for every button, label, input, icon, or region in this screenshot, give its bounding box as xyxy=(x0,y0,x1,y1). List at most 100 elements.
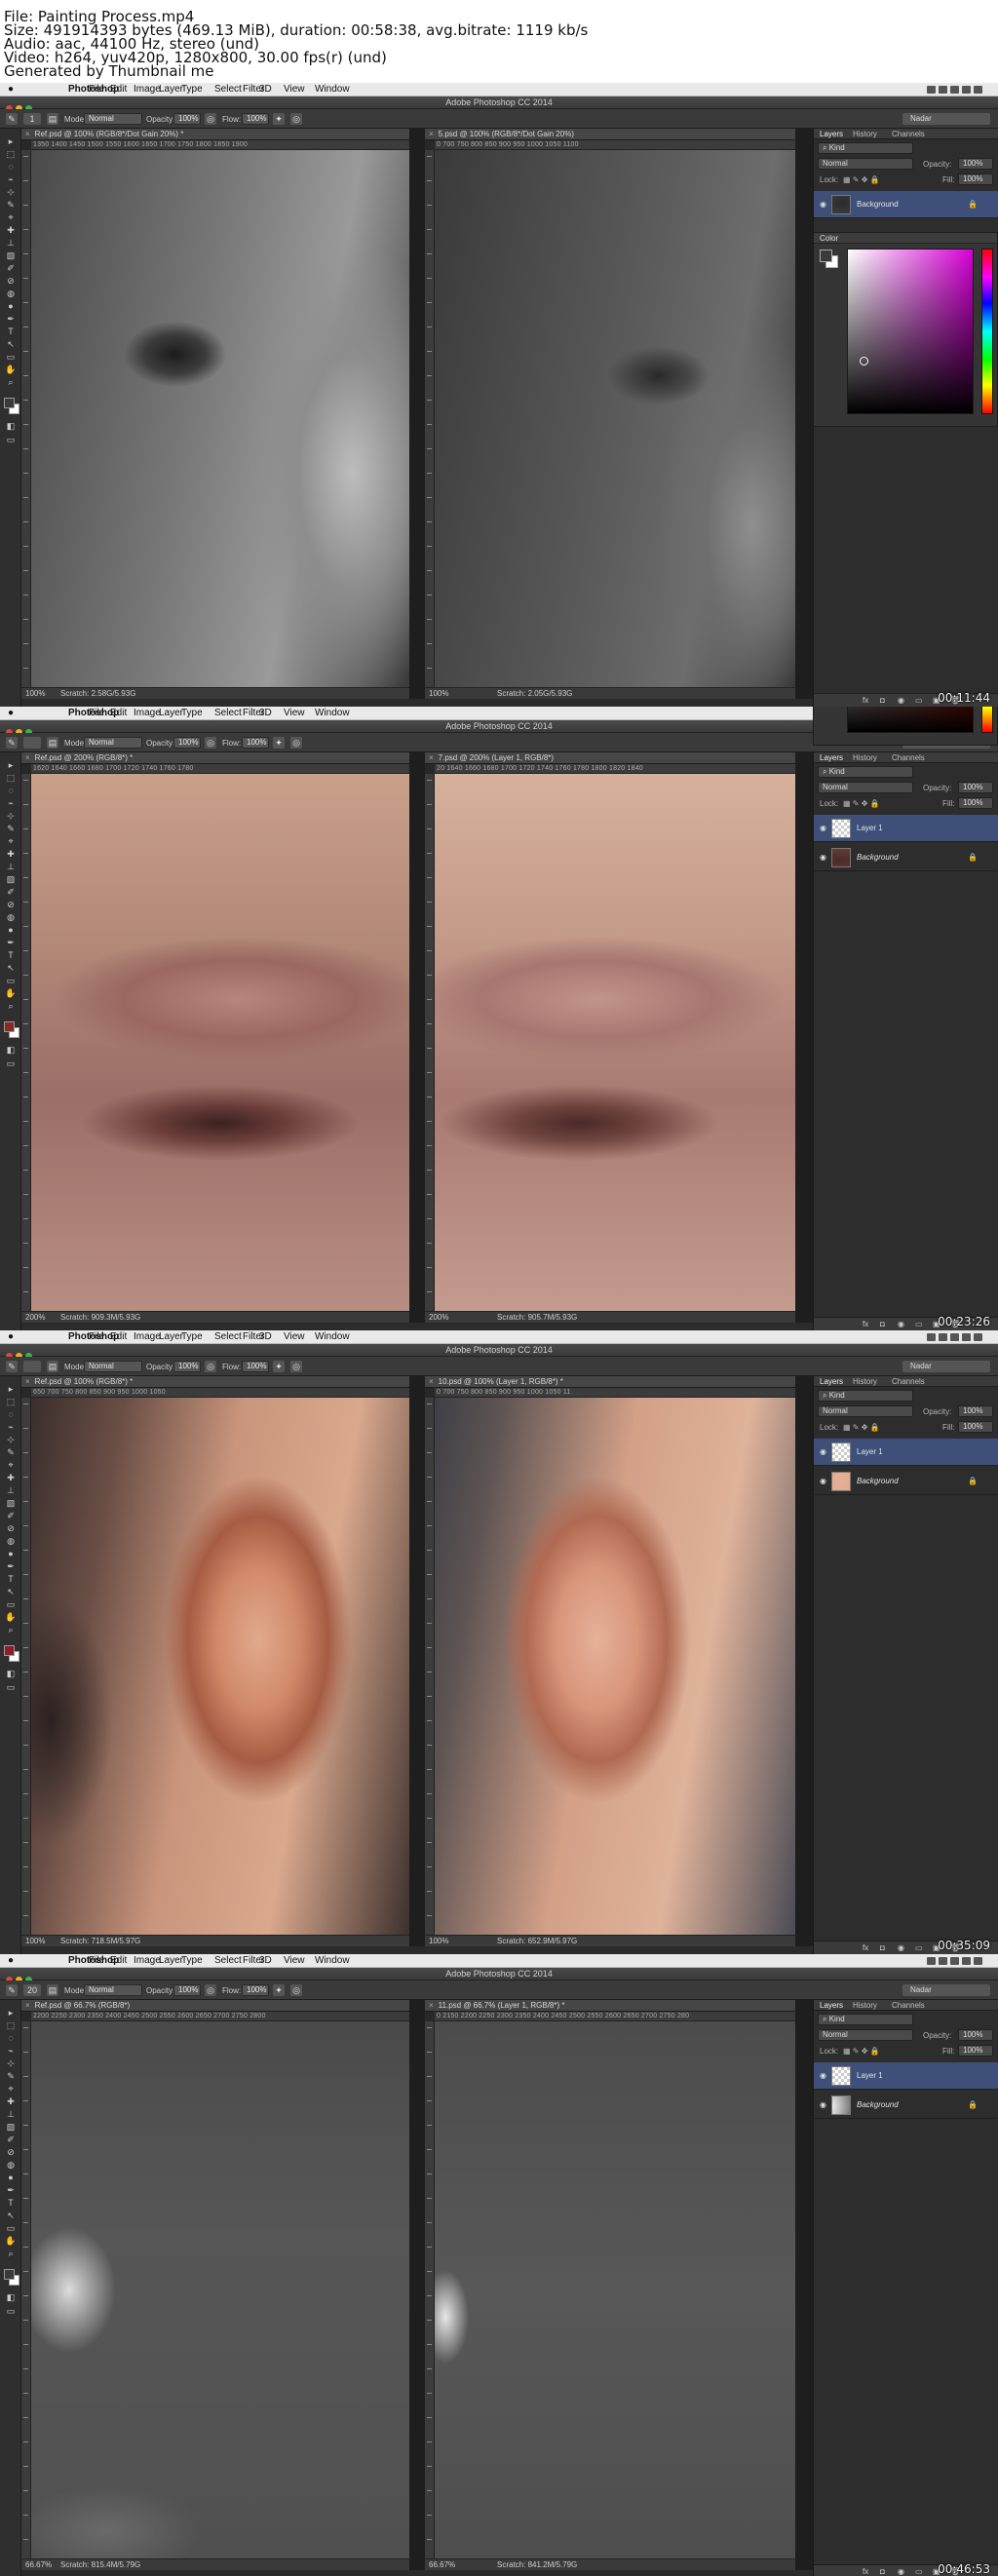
hue-slider[interactable] xyxy=(981,707,993,733)
opacity-input[interactable]: 100% xyxy=(173,113,201,125)
tray-icon[interactable] xyxy=(939,1957,947,1965)
menu-item[interactable]: Edit xyxy=(110,1954,127,1968)
panel-footer-icon[interactable]: ▭ xyxy=(915,694,923,707)
layer-fill-input[interactable]: 100% xyxy=(958,797,993,809)
color-swatches[interactable] xyxy=(820,250,839,269)
pressure-opacity-icon[interactable]: ◎ xyxy=(205,1361,216,1372)
menu-item[interactable]: View xyxy=(284,707,305,720)
layer-fill-input[interactable]: 100% xyxy=(958,173,993,185)
layer-row[interactable]: ◉ Layer 1 xyxy=(814,815,998,842)
image-canvas[interactable] xyxy=(31,1398,409,1935)
menu-item[interactable]: Select xyxy=(214,1954,242,1968)
tool-icon[interactable]: ◍ xyxy=(5,288,17,298)
foreground-color-swatch[interactable] xyxy=(4,1021,15,1032)
layer-row[interactable]: ◉ Background 🔒 xyxy=(814,844,998,871)
tab-history[interactable]: History xyxy=(853,752,877,763)
close-tab-icon[interactable]: × xyxy=(25,2001,30,2010)
menu-item[interactable]: 3D xyxy=(259,83,272,96)
tool-icon[interactable]: ✒ xyxy=(5,1561,17,1571)
menu-item[interactable]: Layer xyxy=(159,1954,183,1968)
tool-icon[interactable]: ✐ xyxy=(5,263,17,273)
right-document-window[interactable]: × 11.psd @ 66.7% (Layer 1, RGB/8*) * 0 215… xyxy=(425,2000,795,2570)
quick-mask-icon[interactable]: ◧ xyxy=(5,1669,17,1678)
menu-item[interactable]: Image xyxy=(134,1954,161,1968)
panel-footer-icon[interactable]: ◉ xyxy=(898,1318,904,1330)
pressure-size-icon[interactable]: ◎ xyxy=(290,1361,302,1372)
layer-row[interactable]: ◉ Layer 1 xyxy=(814,1439,998,1466)
tool-icon[interactable]: T xyxy=(5,1574,17,1584)
blend-mode-select[interactable]: Normal xyxy=(818,1405,913,1417)
tray-icon[interactable] xyxy=(927,1957,936,1965)
foreground-color-swatch[interactable] xyxy=(4,398,15,408)
tool-icon[interactable]: ⊹ xyxy=(5,1435,17,1444)
tool-icon[interactable]: ✎ xyxy=(5,200,17,210)
foreground-color-swatch[interactable] xyxy=(4,1645,15,1656)
tool-icon[interactable]: ✚ xyxy=(5,225,17,235)
workspace-select[interactable]: Nadar xyxy=(902,1984,990,1996)
tool-icon[interactable]: ⌁ xyxy=(5,1422,17,1432)
image-canvas[interactable] xyxy=(31,2021,409,2558)
apple-menu-icon[interactable]: ● xyxy=(8,1954,14,1968)
flow-input[interactable]: 100% xyxy=(242,1984,269,1996)
tool-icon[interactable]: ⌕ xyxy=(5,2249,17,2258)
tool-icon[interactable]: ▭ xyxy=(5,1599,17,1609)
layer-filter-select[interactable]: ⌕ Kind xyxy=(818,142,913,154)
tool-icon[interactable]: ✐ xyxy=(5,2134,17,2144)
tool-icon[interactable]: ▭ xyxy=(5,976,17,985)
tool-icon[interactable]: ◍ xyxy=(5,1536,17,1546)
visibility-eye-icon[interactable]: ◉ xyxy=(820,825,826,832)
document-tab[interactable]: × 11.psd @ 66.7% (Layer 1, RGB/8*) * xyxy=(425,2000,795,2012)
layer-filter-select[interactable]: ⌕ Kind xyxy=(818,1390,913,1402)
tool-icon[interactable]: ⌕ xyxy=(5,1001,17,1011)
tool-icon[interactable]: ▧ xyxy=(5,250,17,260)
color-picker-handle[interactable] xyxy=(860,357,868,365)
layer-filter-select[interactable]: ⌕ Kind xyxy=(818,2014,913,2025)
document-tab[interactable]: × Ref.psd @ 200% (RGB/8*) * xyxy=(21,752,409,764)
quick-mask-icon[interactable]: ◧ xyxy=(5,1045,17,1055)
screen-mode-icon[interactable]: ▭ xyxy=(5,435,17,444)
tool-icon[interactable]: ✋ xyxy=(5,2236,17,2246)
menu-item[interactable]: Select xyxy=(214,707,242,720)
close-tab-icon[interactable]: × xyxy=(25,130,30,138)
tool-icon[interactable]: ⌕ xyxy=(5,377,17,387)
layer-opacity-input[interactable]: 100% xyxy=(958,2029,993,2041)
mode-select[interactable]: Normal xyxy=(84,1361,142,1372)
menu-item[interactable]: View xyxy=(284,1954,305,1968)
tab-history[interactable]: History xyxy=(853,2000,877,2011)
screen-mode-icon[interactable]: ▭ xyxy=(5,1058,17,1068)
menu-item[interactable]: Edit xyxy=(110,707,127,720)
document-tab[interactable]: × 7.psd @ 200% (Layer 1, RGB/8*) xyxy=(425,752,795,764)
menu-item[interactable]: Image xyxy=(134,707,161,720)
tool-icon[interactable]: ⌖ xyxy=(5,2084,17,2094)
left-document-window[interactable]: × Ref.psd @ 66.7% (RGB/8*) 2200 2250 2300 … xyxy=(21,2000,409,2570)
menu-item[interactable]: Type xyxy=(181,1330,203,1344)
flow-input[interactable]: 100% xyxy=(242,113,269,125)
layer-opacity-input[interactable]: 100% xyxy=(958,158,993,170)
left-document-window[interactable]: × Ref.psd @ 200% (RGB/8*) * 1620 1640 1660… xyxy=(21,752,409,1323)
menu-item[interactable]: View xyxy=(284,1330,305,1344)
zoom-level[interactable]: 66.67% xyxy=(429,2559,455,2570)
visibility-eye-icon[interactable]: ◉ xyxy=(820,1478,826,1485)
hue-slider[interactable] xyxy=(981,249,993,414)
zoom-level[interactable]: 200% xyxy=(429,1312,448,1323)
tab-layers[interactable]: Layers xyxy=(820,1376,843,1387)
tool-icon[interactable]: ✋ xyxy=(5,365,17,374)
flow-input[interactable]: 100% xyxy=(242,1361,269,1372)
panel-footer-icon[interactable]: ◘ xyxy=(880,1318,885,1330)
tool-icon[interactable]: ● xyxy=(5,925,17,935)
menu-item[interactable]: Type xyxy=(181,707,203,720)
tab-channels[interactable]: Channels xyxy=(892,129,925,139)
brush-tool-icon[interactable]: ✎ xyxy=(6,1984,18,1996)
visibility-eye-icon[interactable]: ◉ xyxy=(820,201,826,209)
panel-footer-icon[interactable]: ▭ xyxy=(915,2565,923,2576)
visibility-eye-icon[interactable]: ◉ xyxy=(820,2072,826,2080)
airbrush-icon[interactable]: ✦ xyxy=(273,1361,285,1372)
zoom-level[interactable]: 100% xyxy=(25,1936,45,1946)
menu-item[interactable]: Window xyxy=(315,707,350,720)
left-document-window[interactable]: × Ref.psd @ 100% (RGB/8*/Dot Gain 20%) * 1… xyxy=(21,129,409,699)
menu-item[interactable]: Edit xyxy=(110,83,127,96)
color-field[interactable] xyxy=(847,249,974,414)
menu-item[interactable]: 3D xyxy=(259,1330,272,1344)
visibility-eye-icon[interactable]: ◉ xyxy=(820,2101,826,2109)
tab-history[interactable]: History xyxy=(853,129,877,139)
